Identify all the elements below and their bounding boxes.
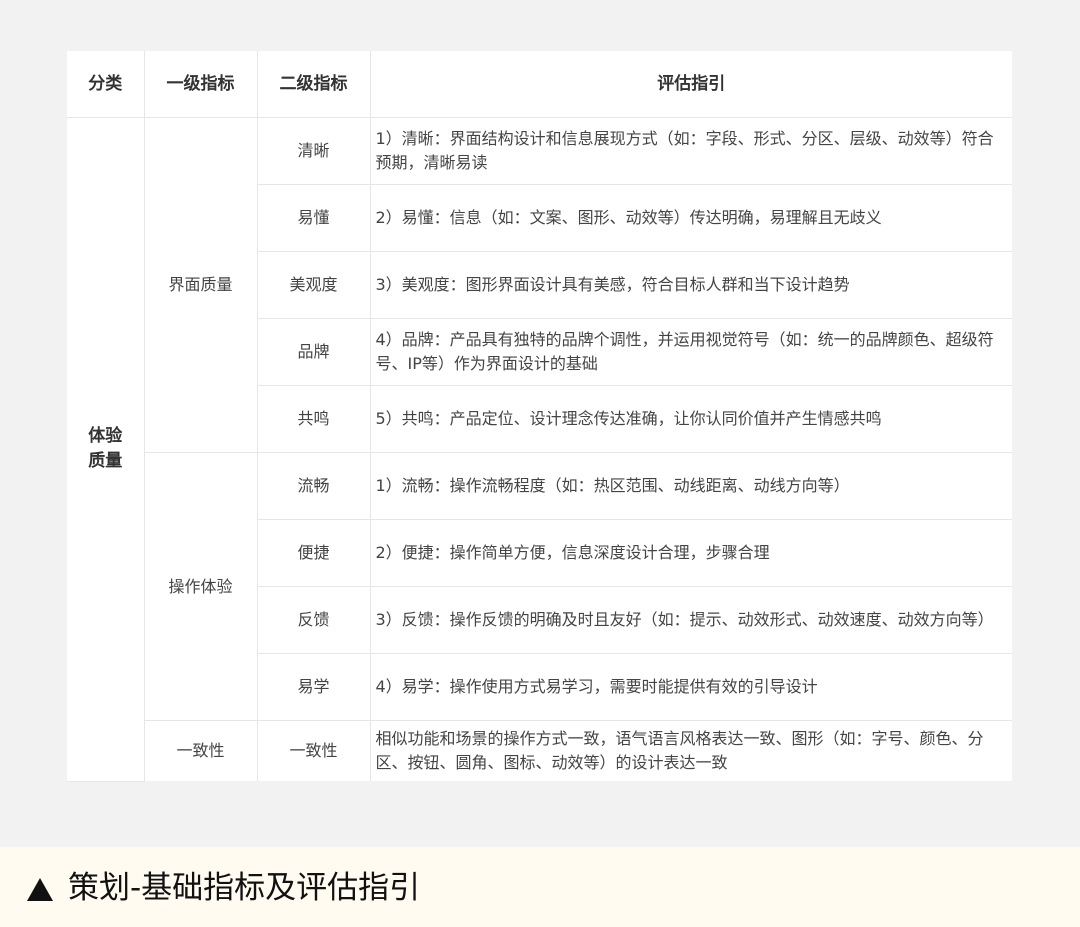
guide-cell: 1）清晰：界面结构设计和信息展现方式（如：字段、形式、分区、层级、动效等）符合预…: [369, 117, 1012, 185]
table-row: 操作体验 流畅 1）流畅：操作流畅程度（如：热区范围、动线距离、动线方向等）: [67, 452, 1012, 721]
level2-cell: 一致性: [256, 720, 371, 781]
header-category: 分类: [67, 51, 145, 118]
guide-cell: 1）流畅：操作流畅程度（如：热区范围、动线距离、动线方向等）: [369, 452, 1012, 520]
caption-title: 策划-基础指标及评估指引: [68, 870, 421, 906]
level2-cell: 便捷: [256, 519, 371, 587]
guide-cell: 3）美观度：图形界面设计具有美感，符合目标人群和当下设计趋势: [369, 251, 1012, 319]
guide-cell: 2）便捷：操作简单方便，信息深度设计合理，步骤合理: [369, 519, 1012, 587]
indicator-table-card: 分类 一级指标 二级指标 评估指引 体验 质量 界面质量 清晰 1）清晰：界面结…: [67, 51, 1012, 782]
table-row: 一致性 一致性 相似功能和场景的操作方式一致，语气语言风格表达一致、图形（如：字…: [67, 720, 1012, 781]
guide-cell: 4）易学：操作使用方式易学习，需要时能提供有效的引导设计: [369, 653, 1012, 721]
guide-cell: 5）共鸣：产品定位、设计理念传达准确，让你认同价值并产生情感共鸣: [369, 385, 1012, 453]
table-row: 体验 质量 界面质量 清晰 1）清晰：界面结构设计和信息展现方式（如：字段、形式…: [67, 117, 1012, 782]
level2-cell: 易学: [256, 653, 371, 721]
header-guide: 评估指引: [369, 51, 1012, 118]
header-level2: 二级指标: [256, 51, 371, 118]
level1-cell: 一致性: [143, 720, 258, 781]
guide-cell: 4）品牌：产品具有独特的品牌个调性，并运用视觉符号（如：统一的品牌颜色、超级符号…: [369, 318, 1012, 386]
guide-cell: 相似功能和场景的操作方式一致，语气语言风格表达一致、图形（如：字号、颜色、分区、…: [369, 720, 1012, 781]
level2-cell: 流畅: [256, 452, 371, 520]
level2-cell: 共鸣: [256, 385, 371, 453]
level2-cell: 品牌: [256, 318, 371, 386]
level2-cell: 易懂: [256, 184, 371, 252]
level2-cell: 反馈: [256, 586, 371, 654]
indicator-table: 分类 一级指标 二级指标 评估指引 体验 质量 界面质量 清晰 1）清晰：界面结…: [67, 51, 1012, 782]
level1-cell: 操作体验: [143, 452, 258, 721]
category-label-line1: 体验: [88, 426, 123, 447]
guide-cell: 3）反馈：操作反馈的明确及时且友好（如：提示、动效形式、动效速度、动效方向等）: [369, 586, 1012, 654]
category-label-line2: 质量: [88, 451, 123, 472]
category-cell: 体验 质量: [67, 117, 145, 782]
triangle-up-icon: [27, 878, 53, 901]
caption-bar: 策划-基础指标及评估指引: [0, 847, 1080, 927]
table-header-row: 分类 一级指标 二级指标 评估指引: [67, 51, 1012, 118]
level2-cell: 美观度: [256, 251, 371, 319]
level2-cell: 清晰: [256, 117, 371, 185]
guide-cell: 2）易懂：信息（如：文案、图形、动效等）传达明确，易理解且无歧义: [369, 184, 1012, 252]
level1-cell: 界面质量: [143, 117, 258, 453]
header-level1: 一级指标: [143, 51, 258, 118]
